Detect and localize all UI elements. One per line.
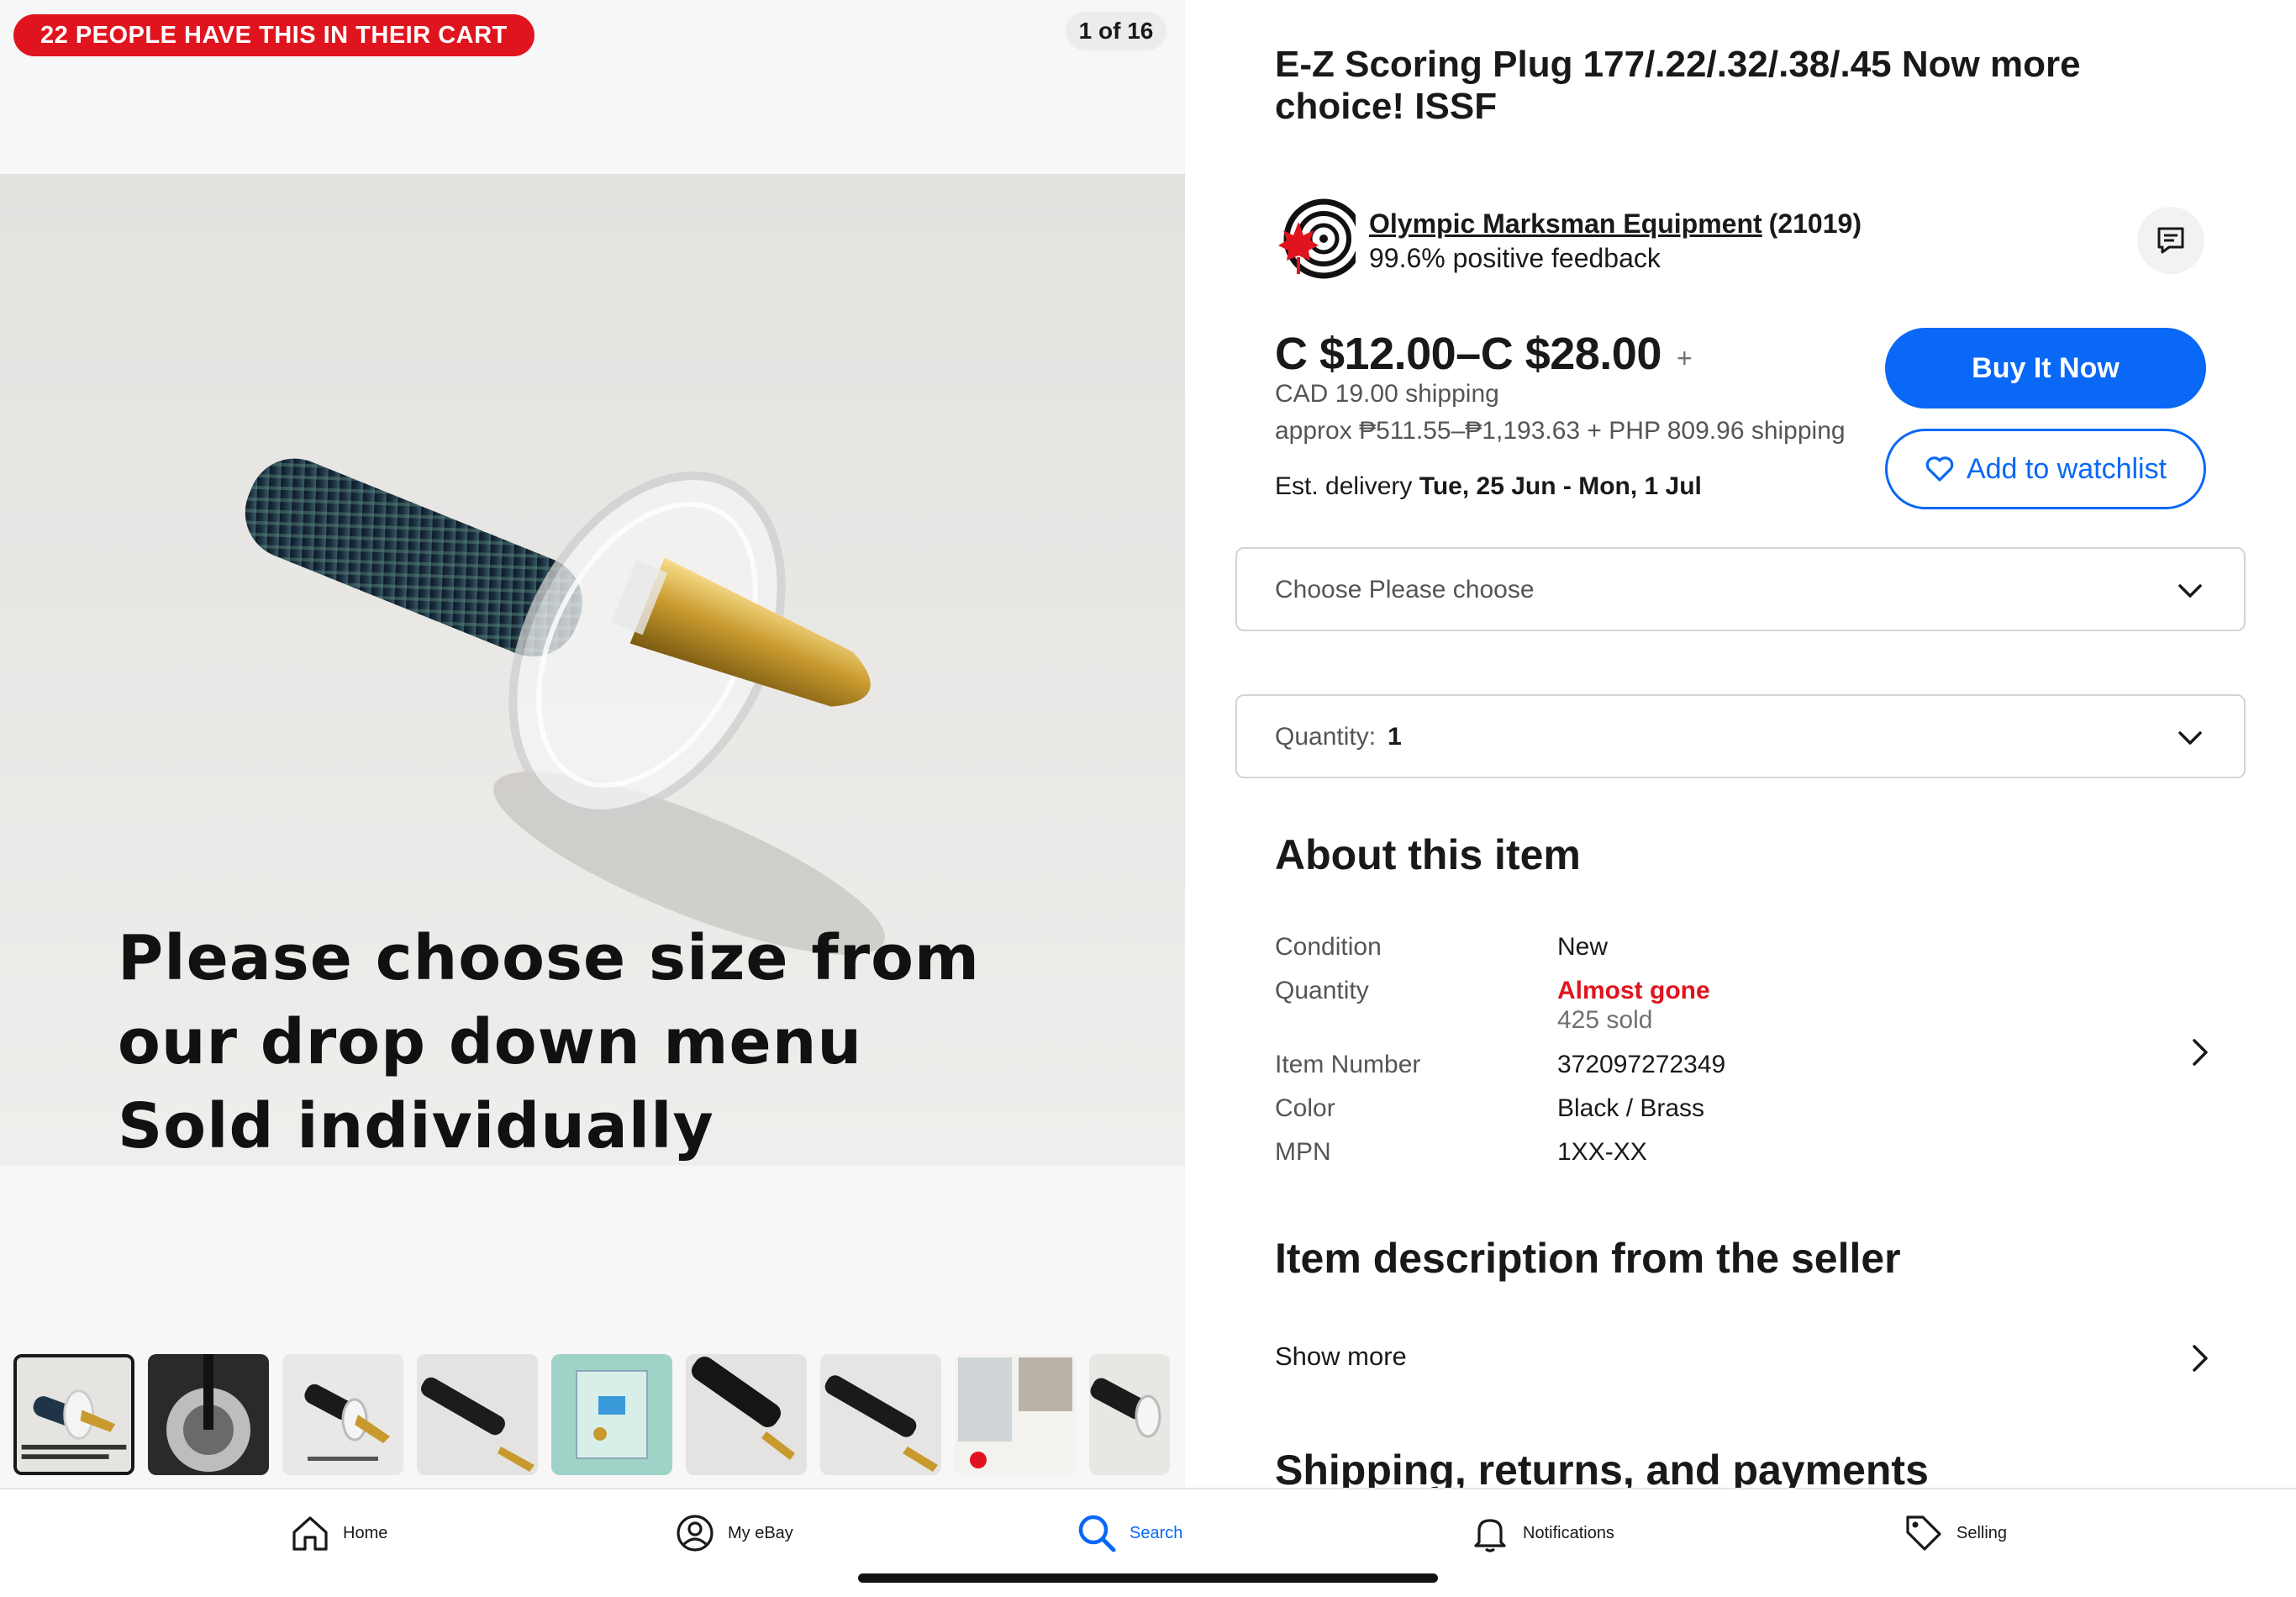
home-icon (292, 1516, 328, 1551)
cart-count-badge: 22 PEOPLE HAVE THIS IN THEIR CART (13, 14, 535, 56)
chat-icon (2157, 227, 2184, 254)
tab-search-label: Search (1130, 1523, 1183, 1542)
color-label: Color (1275, 1094, 1335, 1122)
caption-line-1: Please choose size from (118, 922, 981, 994)
show-more-link[interactable]: Show more (1275, 1341, 1407, 1372)
quantity-select-label: Quantity: 1 (1275, 723, 1402, 751)
thumbnail[interactable] (551, 1354, 672, 1475)
quantity-select[interactable]: Quantity: 1 (1235, 694, 2246, 778)
seller-feedback: 99.6% positive feedback (1369, 243, 1661, 273)
thumbnail[interactable] (955, 1354, 1076, 1475)
tab-home[interactable]: Home (289, 1510, 387, 1557)
home-indicator (858, 1573, 1438, 1583)
price-plus: + (1677, 343, 1693, 373)
image-counter: 1 of 16 (1066, 12, 1166, 50)
tab-search[interactable]: Search (1076, 1510, 1182, 1557)
variation-select[interactable]: Choose Please choose (1235, 547, 2246, 631)
listing-title: E-Z Scoring Plug 177/.22/.32/.38/.45 Now… (1275, 44, 2081, 127)
delivery-label: Est. delivery (1275, 472, 1413, 500)
seller-name-link[interactable]: Olympic Marksman Equipment (21019) (1369, 208, 1862, 240)
tab-selling-label: Selling (1956, 1523, 2008, 1542)
seller-logo[interactable] (1275, 198, 1356, 279)
main-product-image[interactable]: Please choose size from our drop down me… (0, 174, 1185, 1166)
image-gallery[interactable]: 22 PEOPLE HAVE THIS IN THEIR CART 1 of 1… (0, 0, 1185, 1488)
chevron-down-icon (2178, 584, 2202, 598)
shipping-cost: CAD 19.00 shipping (1275, 380, 1499, 408)
thumbnail[interactable] (686, 1354, 807, 1475)
chevron-down-icon (2178, 731, 2202, 745)
delivery-dates: Tue, 25 Jun - Mon, 1 Jul (1419, 472, 1702, 500)
thumbnail[interactable] (417, 1354, 538, 1475)
color-value: Black / Brass (1557, 1094, 1705, 1122)
tab-selling[interactable]: Selling (1903, 1510, 2007, 1557)
item-number-value: 372097272349 (1557, 1051, 1726, 1078)
tab-notifications-label: Notifications (1523, 1523, 1614, 1542)
quantity-value: 1 (1388, 723, 1402, 751)
bell-icon (1474, 1519, 1506, 1552)
almost-gone-badge: Almost gone (1557, 977, 1710, 1004)
condition-value: New (1557, 933, 1609, 961)
user-icon (677, 1515, 714, 1552)
tab-notifications[interactable]: Notifications (1469, 1510, 1614, 1557)
add-to-watchlist-button[interactable]: Add to watchlist (1885, 429, 2206, 509)
shipping-heading: Shipping, returns, and payments (1275, 1447, 1929, 1488)
tab-my-ebay[interactable]: My eBay (674, 1510, 793, 1557)
tab-my-ebay-label: My eBay (728, 1523, 793, 1542)
contact-seller-button[interactable] (2137, 207, 2204, 274)
condition-label: Condition (1275, 933, 1382, 961)
mpn-label: MPN (1275, 1138, 1331, 1166)
listing-details: E-Z Scoring Plug 177/.22/.32/.38/.45 Now… (1185, 0, 2296, 1488)
quantity-label: Quantity: (1275, 723, 1377, 751)
heart-icon (1925, 456, 1954, 482)
sold-count: 425 sold (1557, 1006, 1653, 1034)
caption-line-3: Sold individually (118, 1090, 714, 1162)
search-icon (1078, 1515, 1116, 1552)
mpn-value: 1XX-XX (1557, 1138, 1647, 1166)
variation-select-label: Choose Please choose (1275, 576, 1535, 603)
item-number-label: Item Number (1275, 1051, 1421, 1078)
estimated-delivery: Est. delivery Tue, 25 Jun - Mon, 1 Jul (1275, 472, 1702, 501)
thumbnail[interactable] (13, 1354, 134, 1475)
thumbnail[interactable] (282, 1354, 403, 1475)
watchlist-label: Add to watchlist (1966, 452, 2167, 485)
buy-it-now-button[interactable]: Buy It Now (1885, 328, 2206, 408)
price-range: C $12.00–C $28.00 (1275, 329, 1661, 379)
thumbnail[interactable] (1089, 1354, 1170, 1475)
quantity-spec-label: Quantity (1275, 977, 1369, 1004)
caption-line-2: our drop down menu (118, 1006, 863, 1078)
tab-home-label: Home (343, 1523, 388, 1542)
seller-name[interactable]: Olympic Marksman Equipment (1369, 208, 1762, 239)
thumbnail-strip[interactable] (0, 1349, 1185, 1475)
thumbnail[interactable] (820, 1354, 941, 1475)
tag-icon (1906, 1515, 1941, 1551)
description-heading: Item description from the seller (1275, 1235, 1901, 1282)
chevron-right-icon[interactable] (2188, 1036, 2211, 1069)
about-heading: About this item (1275, 831, 1581, 878)
chevron-right-icon[interactable] (2188, 1341, 2211, 1375)
seller-review-count: (21019) (1768, 208, 1862, 239)
approx-converted-price: approx ₱511.55–₱1,193.63 + PHP 809.96 sh… (1275, 417, 1846, 445)
thumbnail[interactable] (148, 1354, 269, 1475)
